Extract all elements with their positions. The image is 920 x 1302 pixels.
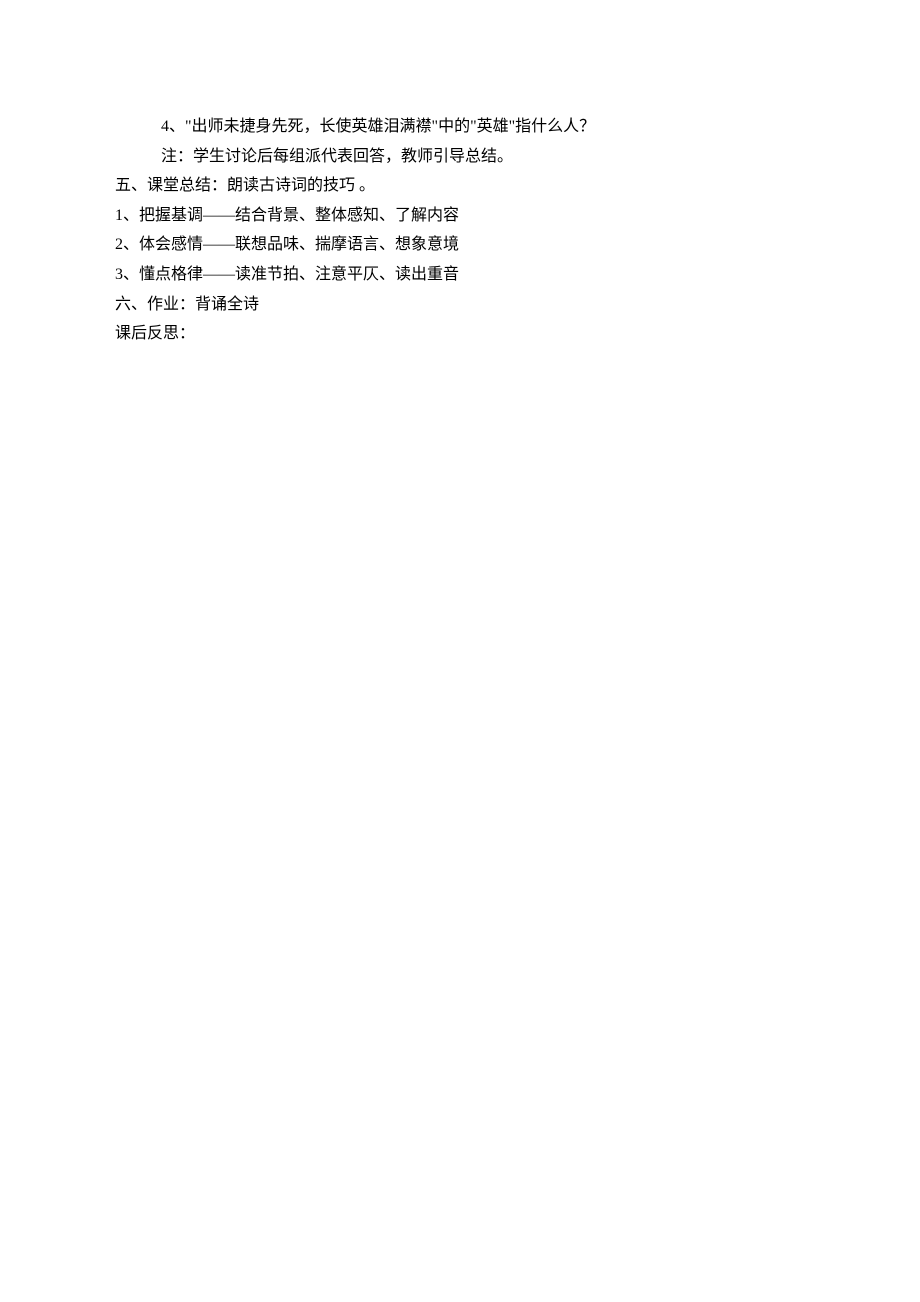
note-instruction: 注：学生讨论后每组派代表回答，教师引导总结。 (115, 142, 805, 172)
section-6-homework: 六、作业：背诵全诗 (115, 290, 805, 320)
point-3: 3、懂点格律——读准节拍、注意平仄、读出重音 (115, 260, 805, 290)
post-class-reflection: 课后反思： (115, 319, 805, 349)
question-4: 4、"出师未捷身先死，长使英雄泪满襟"中的"英雄"指什么人？ (115, 112, 805, 142)
section-5-summary: 五、课堂总结：朗读古诗词的技巧 。 (115, 171, 805, 201)
point-2: 2、体会感情——联想品味、揣摩语言、想象意境 (115, 230, 805, 260)
point-1: 1、把握基调——结合背景、整体感知、了解内容 (115, 201, 805, 231)
